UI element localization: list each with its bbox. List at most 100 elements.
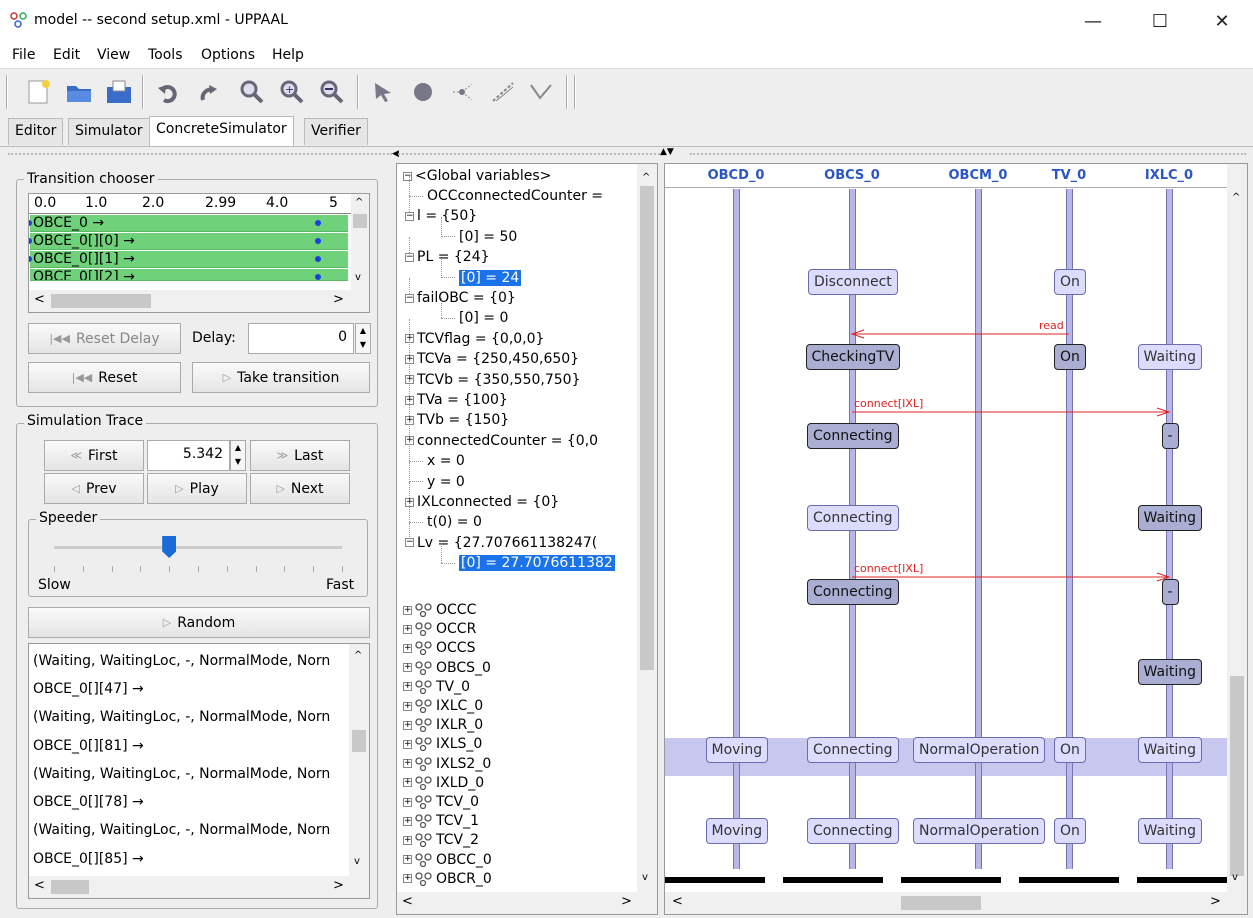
reset-button[interactable]: |◀◀ Reset [28,362,181,393]
transition-list-hscroll[interactable]: < > [29,290,369,312]
expand-toggle-icon[interactable]: + [403,739,412,749]
scroll-up-icon[interactable]: ^ [1232,192,1240,203]
trace-time-spinner[interactable]: ▲ ▼ [230,440,246,471]
expand-toggle-icon[interactable]: + [403,643,412,653]
first-button[interactable]: ≪ First [44,440,144,471]
tree-node-process[interactable]: + IXLS_0 [403,734,482,754]
variables-tree[interactable]: − <Global variables> OCCconnectedCounter … [396,163,658,915]
menu-edit[interactable]: Edit [53,47,80,63]
expand-toggle-icon[interactable]: + [403,759,412,769]
select-tool-icon[interactable] [368,77,398,107]
trace-time-field[interactable]: 5.342 [147,440,230,471]
play-button[interactable]: ▷ Play [147,473,247,504]
tree-node-process[interactable]: + OBCS_0 [403,658,491,678]
trace-list-hscroll[interactable]: < > [29,876,369,898]
menu-tools[interactable]: Tools [148,47,183,63]
scroll-thumb[interactable] [640,186,654,670]
tree-node-variable[interactable]: − l = {50} [405,206,477,226]
next-button[interactable]: ▷ Next [250,473,350,504]
close-button[interactable]: ✕ [1199,0,1245,42]
transition-row[interactable]: OBCE_0[][2] → [30,269,348,281]
trace-state[interactable]: (Waiting, WaitingLoc, -, NormalMode, Nor… [33,648,369,674]
zoom-icon[interactable] [237,77,267,107]
speed-slider-track[interactable] [54,546,342,549]
tree-node-process[interactable]: + OCCS [403,638,475,658]
scroll-left-icon[interactable]: < [34,878,45,893]
message-sequence-chart[interactable]: OBCD_0 OBCS_0 OBCM_0 TV_0 IXLC_0 Disconnect On… [664,163,1248,915]
tree-node-process[interactable]: + IXLR_0 [403,715,483,735]
tree-node-variable[interactable]: + TVa = {100} [405,390,508,410]
scroll-up-icon[interactable]: ^ [642,172,650,183]
tree-node-variable[interactable]: + IXLconnected = {0} [405,492,559,512]
scroll-down-icon[interactable]: v [355,272,361,283]
msc-hscroll[interactable]: < > [665,892,1247,914]
scroll-right-icon[interactable]: > [333,878,344,893]
tree-node-process[interactable]: + IXLS2_0 [403,754,491,774]
tree-node-variable[interactable]: + TCVa = {250,450,650} [405,349,579,369]
tree-node-variable[interactable]: [0] = 50 [441,227,517,247]
maximize-button[interactable]: ☐ [1137,0,1183,42]
collapse-toggle-icon[interactable]: − [405,252,414,262]
undo-icon[interactable] [153,77,183,107]
variables-hscroll[interactable]: < > [397,892,657,914]
tree-node-process[interactable]: + TCV_1 [403,811,479,831]
trace-state[interactable]: (Waiting, WaitingLoc, -, NormalMode, Nor… [33,817,369,843]
location-tool-icon[interactable] [408,77,438,107]
menu-options[interactable]: Options [201,47,255,63]
scroll-thumb[interactable] [352,730,366,752]
branch-tool-icon[interactable] [448,77,478,107]
transition-list[interactable]: 0.0 1.0 2.0 2.99 4.0 5 OBCE_0 → OBCE_0[]… [28,193,370,313]
random-button[interactable]: ▷ Random [28,607,370,638]
tree-node-process[interactable]: + OCCR [403,619,476,639]
expand-toggle-icon[interactable]: + [403,874,412,884]
tree-node-variable[interactable]: + TCVflag = {0,0,0} [405,329,544,349]
msc-message-arrow[interactable] [850,329,1069,339]
trace-transition[interactable]: OBCE_0[][78] → [33,789,369,815]
tab-editor[interactable]: Editor [8,118,64,145]
delay-spinner[interactable]: ▲ ▼ [355,323,371,354]
tree-node-process[interactable]: + IXLD_0 [403,773,484,793]
menu-help[interactable]: Help [272,47,304,63]
scroll-thumb[interactable] [901,896,981,910]
trace-list-vscroll[interactable]: ^ v [349,644,369,876]
scroll-left-icon[interactable]: < [402,894,413,909]
tree-node-variable[interactable]: [0] = 24 [441,268,522,288]
scroll-thumb[interactable] [51,294,151,308]
zoom-out-icon[interactable] [317,77,347,107]
last-button[interactable]: ≫ Last [250,440,350,471]
collapse-toggle-icon[interactable]: − [403,171,412,181]
splitter-grip[interactable] [8,153,392,157]
tree-node-variable[interactable]: [0] = 27.7076611382 [441,553,615,573]
splitter-grip[interactable] [690,153,1246,157]
tree-node-variable[interactable]: y = 0 [409,472,465,492]
transition-row[interactable]: OBCE_0 → [30,215,348,232]
scroll-thumb[interactable] [1230,676,1244,876]
prev-button[interactable]: ◁ Prev [44,473,144,504]
tree-node-variable[interactable]: t(0) = 0 [409,512,482,532]
scroll-down-icon[interactable]: v [642,872,648,883]
splitter-arrows-icon[interactable]: ▲▼ [660,147,690,159]
tree-node-process[interactable]: + TCV_0 [403,792,479,812]
variables-vscroll[interactable]: ^ v [637,164,657,892]
transition-row[interactable]: OBCE_0[][0] → [30,233,348,250]
redo-icon[interactable] [192,77,222,107]
trace-transition[interactable]: OBCE_0[][85] → [33,846,369,872]
expand-toggle-icon[interactable]: + [403,605,412,615]
tree-node-variable[interactable]: + connectedCounter = {0,0 [405,431,598,451]
scroll-down-icon[interactable]: v [1232,872,1238,883]
edge-tool-icon[interactable] [488,77,518,107]
msc-vscroll[interactable]: ^ v [1227,164,1247,892]
collapse-toggle-icon[interactable]: − [405,211,414,221]
tab-verifier[interactable]: Verifier [304,118,368,145]
save-file-icon[interactable] [104,77,134,107]
tree-node-process[interactable]: + TCV_2 [403,830,479,850]
expand-toggle-icon[interactable]: + [403,720,412,730]
menu-view[interactable]: View [97,47,130,63]
splitter-grip[interactable] [398,153,660,157]
scroll-up-icon[interactable]: ^ [355,197,363,208]
scroll-up-icon[interactable]: ^ [354,650,362,661]
delay-field[interactable]: 0 [248,323,354,354]
expand-toggle-icon[interactable]: + [403,682,412,692]
expand-toggle-icon[interactable]: + [403,855,412,865]
expand-toggle-icon[interactable]: + [403,835,412,845]
